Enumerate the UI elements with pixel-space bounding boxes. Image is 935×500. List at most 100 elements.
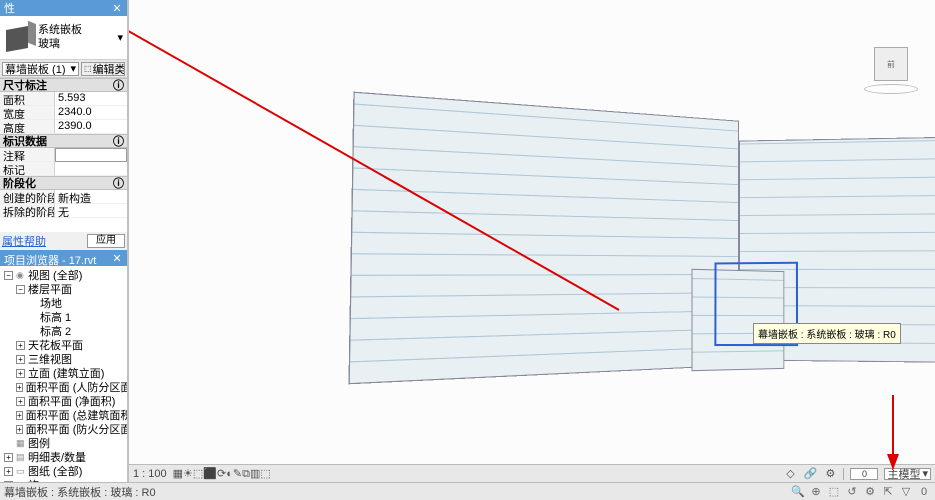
tree-toggle-icon[interactable]: − (16, 285, 25, 294)
view-control-icon[interactable]: ✎ (233, 468, 242, 480)
status-text: 幕墙嵌板 : 系统嵌板 : 玻璃 : R0 (4, 484, 156, 500)
tree-item[interactable]: +面积平面 (人防分区面积) (0, 380, 127, 394)
instance-type-dropdown[interactable]: 幕墙嵌板 (1) ▾ (2, 62, 79, 76)
status-icon[interactable]: ▽ (899, 485, 913, 498)
instance-type-row: 幕墙嵌板 (1) ▾ ⬚ 编辑类型 (0, 60, 127, 78)
edit-type-label: 编辑类型 (93, 62, 125, 76)
edit-type-icon: ⬚ (84, 64, 92, 73)
prop-row: 拆除的阶段无 (0, 204, 127, 218)
model-filter-dropdown[interactable]: 主模型▾ (884, 468, 931, 480)
tree-toggle-icon[interactable]: + (16, 411, 23, 420)
view-control-icon[interactable]: ⧉ (242, 468, 250, 480)
view-control-icon[interactable]: ⬚ (260, 468, 270, 480)
tree-item[interactable]: 场地 (0, 296, 127, 310)
viewcube-compass[interactable] (864, 84, 918, 94)
view-control-icon[interactable]: ◐ (226, 468, 233, 480)
tree-item[interactable]: +立面 (建筑立面) (0, 366, 127, 380)
project-browser-title: 项目浏览器 - 17.rvt (4, 252, 96, 264)
prop-row: 宽度2340.0 (0, 106, 127, 120)
status-icon[interactable]: ⬚ (827, 485, 841, 498)
project-browser-tree[interactable]: −◉视图 (全部)−楼层平面场地标高 1标高 2+天花板平面+三维视图+立面 (… (0, 266, 127, 482)
tree-item[interactable]: −◉视图 (全部) (0, 268, 127, 282)
tree-item[interactable]: +▤明细表/数量 (0, 450, 127, 464)
section-dimensions[interactable]: 尺寸标注ⓘ (0, 78, 127, 92)
properties-title: 性 (4, 0, 15, 16)
apply-row: 属性帮助 应用 (0, 232, 127, 250)
chevron-down-icon: ▾ (70, 62, 76, 75)
prop-row: 面积5.593 (0, 92, 127, 106)
constraint-icon[interactable]: ◇ (783, 467, 797, 480)
tree-item[interactable]: ▦图例 (0, 436, 127, 450)
properties-help-link[interactable]: 属性帮助 (2, 233, 46, 249)
tree-item[interactable]: +三维视图 (0, 352, 127, 366)
setting-icon[interactable]: ⚙ (823, 467, 837, 480)
family-preview-cube-icon (2, 22, 34, 54)
tree-item[interactable]: +面积平面 (防火分区面积) (0, 422, 127, 436)
family-type-selector[interactable]: 系统嵌板 玻璃 ▾ (0, 16, 127, 60)
apply-button[interactable]: 应用 (87, 234, 125, 248)
comment-input[interactable] (55, 148, 127, 162)
section-identity[interactable]: 标识数据ⓘ (0, 134, 127, 148)
tree-item[interactable]: +面积平面 (净面积) (0, 394, 127, 408)
status-icon[interactable]: 0 (917, 486, 931, 498)
properties-header: 性 ✕ (0, 0, 127, 16)
prop-row: 标记 (0, 162, 127, 176)
tree-node-icon: ▦ (16, 438, 26, 449)
tree-item[interactable]: 标高 1 (0, 310, 127, 324)
status-icon[interactable]: ⇱ (881, 485, 895, 498)
view-control-icon[interactable]: ▥ (250, 468, 260, 480)
tree-node-icon: ▤ (16, 452, 26, 463)
prop-row: 高度2390.0 (0, 120, 127, 134)
family-type-name: 系统嵌板 (38, 24, 115, 37)
tree-toggle-icon[interactable]: + (16, 383, 23, 392)
tree-toggle-icon[interactable]: + (4, 467, 13, 476)
view-control-icon[interactable]: ⬛ (203, 468, 217, 480)
view-control-icon[interactable]: ☀ (183, 468, 193, 480)
viewcube-face[interactable]: 前 (874, 47, 908, 81)
instance-type-value: 幕墙嵌板 (1) (5, 62, 66, 76)
edit-type-button[interactable]: ⬚ 编辑类型 (81, 62, 125, 76)
tree-item[interactable]: +▭图纸 (全部) (0, 464, 127, 478)
prop-row: 注释 (0, 148, 127, 162)
prop-row: 创建的阶段新构造 (0, 190, 127, 204)
family-name: 系统嵌板 玻璃 (38, 24, 115, 50)
close-icon[interactable]: ✕ (111, 252, 123, 264)
view-control-icon[interactable]: ▦ (173, 468, 183, 480)
status-bar: 幕墙嵌板 : 系统嵌板 : 玻璃 : R0 🔍 ⊕ ⬚ ↺ ⚙ ⇱ ▽ 0 (0, 482, 935, 500)
viewcube[interactable]: 前 (867, 40, 915, 88)
curtain-wall-left[interactable] (348, 92, 739, 385)
view-scale[interactable]: 1 : 100 (133, 468, 167, 480)
view-control-icon[interactable]: ⟳ (217, 468, 226, 480)
tree-toggle-icon[interactable]: + (16, 341, 25, 350)
viewport-3d[interactable]: 前 幕墙嵌板 : 系统嵌板 : 玻璃 : R0 1 : 100 ▦☀⬚⬛⟳◐✎⧉… (128, 0, 935, 482)
project-browser-header: 项目浏览器 - 17.rvt ✕ (0, 250, 127, 266)
tree-toggle-icon[interactable]: − (4, 271, 13, 280)
tree-item[interactable]: 标高 2 (0, 324, 127, 338)
family-material-name: 玻璃 (38, 38, 115, 51)
tree-node-icon: ▭ (16, 466, 26, 477)
tree-toggle-icon[interactable]: + (16, 355, 25, 364)
tree-toggle-icon[interactable]: + (16, 369, 25, 378)
tree-item[interactable]: −楼层平面 (0, 282, 127, 296)
mark-input[interactable] (55, 162, 127, 176)
view-control-bar: 1 : 100 ▦☀⬚⬛⟳◐✎⧉▥⬚ ◇ 🔗 ⚙ 0 主模型▾ (129, 464, 935, 482)
view-control-icon[interactable]: ⬚ (193, 468, 203, 480)
filter-count-input[interactable]: 0 (850, 468, 878, 480)
status-icon[interactable]: 🔍 (791, 485, 805, 498)
close-icon[interactable]: ✕ (111, 2, 123, 15)
link-icon[interactable]: 🔗 (803, 467, 817, 480)
status-icon[interactable]: ↺ (845, 485, 859, 498)
selection-tooltip: 幕墙嵌板 : 系统嵌板 : 玻璃 : R0 (753, 323, 901, 344)
curtain-wall-front[interactable] (692, 269, 785, 371)
tree-item[interactable]: +面积平面 (总建筑面积) (0, 408, 127, 422)
section-phasing[interactable]: 阶段化ⓘ (0, 176, 127, 190)
tree-item[interactable]: +天花板平面 (0, 338, 127, 352)
tree-node-icon: ◉ (16, 270, 26, 281)
tree-toggle-icon[interactable]: + (16, 397, 25, 406)
tree-toggle-icon[interactable]: + (4, 453, 13, 462)
chevron-down-icon[interactable]: ▾ (115, 31, 125, 44)
status-icon[interactable]: ⚙ (863, 485, 877, 498)
tree-toggle-icon[interactable]: + (16, 425, 23, 434)
status-icon[interactable]: ⊕ (809, 485, 823, 498)
properties-panel: 性 ✕ 系统嵌板 玻璃 ▾ 幕墙嵌板 (1) ▾ ⬚ 编辑类型 尺寸标注ⓘ 面积… (0, 0, 128, 482)
